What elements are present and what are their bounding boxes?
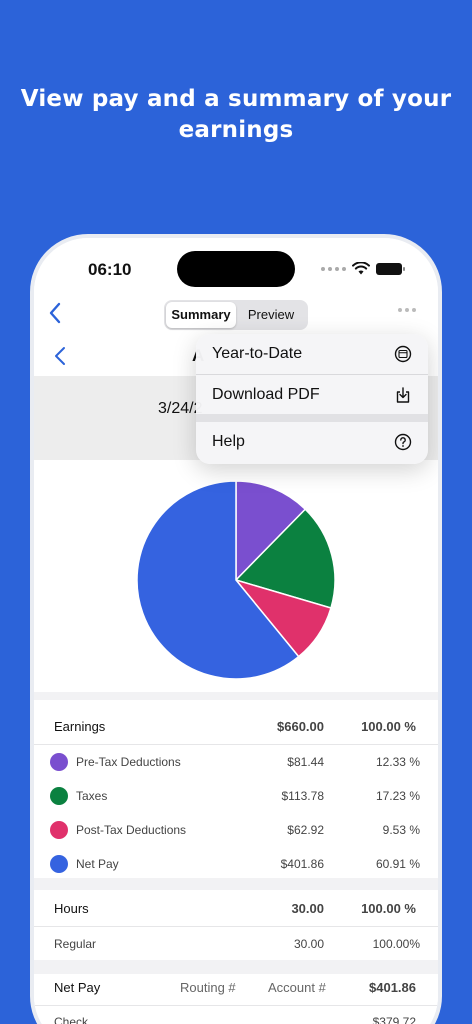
account-header: Account #: [268, 980, 326, 995]
netpay-row-label: Check: [54, 1015, 89, 1024]
question-icon: [394, 433, 412, 451]
earnings-row-label: Net Pay: [76, 857, 119, 871]
earnings-header-amount: $660.00: [277, 719, 324, 734]
wifi-icon: [352, 262, 370, 275]
hours-header-label: Hours: [54, 901, 89, 916]
earnings-row-amount: $62.92: [287, 823, 324, 837]
signal-icon: [321, 266, 346, 271]
menu-group-gap: [196, 414, 428, 422]
earnings-row-pretax[interactable]: Pre-Tax Deductions $81.44 12.33 %: [34, 745, 438, 779]
posttax-color-dot: [50, 821, 68, 839]
menu-item-label: Help: [212, 433, 245, 450]
earnings-row-percent: 60.91 %: [375, 857, 420, 871]
earnings-row-amount: $113.78: [281, 789, 325, 803]
netpay-header-label: Net Pay: [54, 980, 101, 995]
segmented-control: Summary Preview: [164, 300, 308, 330]
taxes-color-dot: [50, 787, 68, 805]
netpay-row-check[interactable]: Check $379.72: [34, 1005, 438, 1024]
section-divider: [34, 692, 438, 700]
earnings-pie-chart: [136, 480, 336, 680]
prev-chevron-icon[interactable]: [54, 346, 66, 366]
earnings-header-label: Earnings: [54, 719, 106, 734]
dynamic-island: [177, 251, 295, 287]
netpay-color-dot: [50, 855, 68, 873]
earnings-header-percent: 100.00 %: [361, 719, 416, 734]
pretax-color-dot: [50, 753, 68, 771]
menu-item-year-to-date[interactable]: Year-to-Date: [196, 334, 428, 374]
context-menu: Year-to-Date Download PDF Help: [196, 334, 428, 464]
earnings-row-label: Post-Tax Deductions: [76, 823, 187, 837]
section-divider: [34, 878, 438, 890]
earnings-row-amount: $401.86: [280, 857, 324, 871]
netpay-header-row: Net Pay Routing # Account # $401.86: [34, 971, 438, 1005]
earnings-row-netpay[interactable]: Net Pay $401.86 60.91 %: [34, 847, 438, 881]
earnings-row-percent: 17.23 %: [375, 789, 420, 803]
hours-header-row: Hours 30.00 100.00 %: [34, 892, 438, 926]
app-screen: 06:10 Summary Preview A: [34, 238, 438, 1024]
nav-bar: Summary Preview: [34, 296, 438, 336]
earnings-row-amount: $81.44: [287, 755, 324, 769]
hours-row-amount: 30.00: [293, 937, 324, 951]
earnings-row-label: Taxes: [76, 789, 108, 803]
earnings-row-percent: 9.53 %: [382, 823, 420, 837]
hours-row-regular[interactable]: Regular 30.00 100.00%: [34, 927, 438, 961]
download-icon: [396, 387, 410, 403]
more-icon[interactable]: [398, 308, 416, 312]
menu-item-label: Download PDF: [212, 386, 320, 403]
battery-icon: [376, 262, 405, 275]
hours-header-percent: 100.00 %: [361, 901, 416, 916]
hours-header-amount: 30.00: [291, 901, 324, 916]
earnings-row-label: Pre-Tax Deductions: [76, 755, 181, 769]
phone-frame: 06:10 Summary Preview A: [30, 234, 442, 1024]
calendar-icon: [394, 345, 412, 363]
earnings-header-row: Earnings $660.00 100.00 %: [34, 710, 438, 744]
menu-item-help[interactable]: Help: [196, 422, 428, 462]
routing-header: Routing #: [180, 980, 236, 995]
hours-row-percent: 100.00%: [372, 937, 420, 951]
tab-summary[interactable]: Summary: [166, 302, 236, 328]
promo-headline: View pay and a summary of your earnings: [20, 86, 452, 143]
netpay-row-amount: $379.72: [372, 1015, 416, 1024]
netpay-header-amount: $401.86: [369, 980, 416, 995]
back-chevron-icon[interactable]: [48, 302, 62, 324]
menu-item-download-pdf[interactable]: Download PDF: [196, 375, 428, 415]
earnings-row-percent: 12.33 %: [375, 755, 420, 769]
status-icons: [321, 262, 405, 275]
menu-item-label: Year-to-Date: [212, 345, 303, 362]
tab-preview[interactable]: Preview: [236, 302, 306, 328]
hours-row-label: Regular: [54, 937, 97, 951]
earnings-row-posttax[interactable]: Post-Tax Deductions $62.92 9.53 %: [34, 813, 438, 847]
earnings-row-taxes[interactable]: Taxes $113.78 17.23 %: [34, 779, 438, 813]
status-time: 06:10: [88, 260, 132, 279]
